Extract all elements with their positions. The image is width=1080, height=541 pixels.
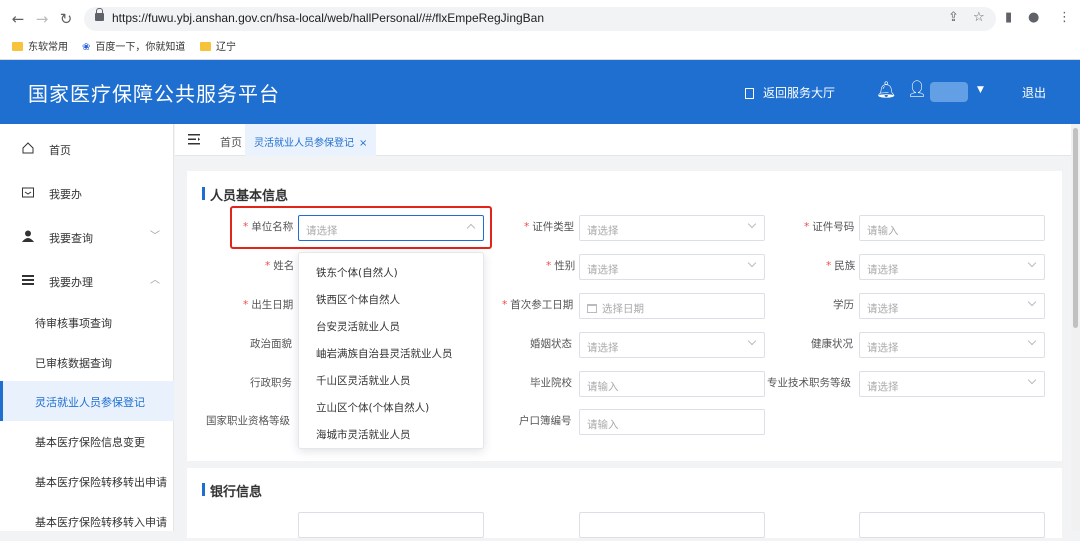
- calendar-icon: [587, 304, 597, 313]
- logout-link[interactable]: 退出: [1022, 84, 1046, 101]
- label-marital: 婚姻状态: [530, 338, 572, 350]
- cert-no-input[interactable]: 请输入: [859, 215, 1045, 241]
- user-name[interactable]: [930, 82, 968, 102]
- reload-icon[interactable]: ↻: [56, 9, 76, 29]
- chevron-down-icon: [747, 258, 757, 268]
- site-title: 国家医疗保障公共服务平台: [28, 82, 280, 106]
- label-hukou-no: 户口簿编号: [519, 415, 572, 427]
- sidebar-item-todo[interactable]: 我要办: [0, 172, 174, 212]
- folder-outline-icon: [22, 187, 34, 198]
- label-nation: * 民族: [826, 260, 856, 272]
- label-birth-date: * 出生日期: [243, 299, 294, 311]
- health-select[interactable]: 请选择: [859, 332, 1045, 358]
- menu-icon[interactable]: ⋮: [1058, 10, 1071, 25]
- back-to-hall-link[interactable]: 返回服务大厅: [745, 84, 835, 101]
- label-first-work-date: * 首次参工日期: [502, 299, 574, 311]
- first-work-date-picker[interactable]: 选择日期: [579, 293, 765, 319]
- collapse-menu-icon[interactable]: [188, 134, 200, 145]
- school-input[interactable]: 请输入: [579, 371, 765, 397]
- chevron-down-icon: ﹀: [150, 231, 160, 242]
- close-icon[interactable]: ×: [359, 138, 367, 149]
- bookmark-item[interactable]: 东软常用: [12, 38, 68, 53]
- sidebar: 首页 我要办 我要查询 ﹀ 我要办理 ︿ 待审核事项查询 已审核数据查询 灵活就…: [0, 124, 174, 531]
- bookmark-item[interactable]: ❀ 百度一下，你就知道: [82, 38, 185, 53]
- sidebar-sub-transfer-in[interactable]: 基本医疗保险转移转入申请: [0, 501, 174, 541]
- sidebar-sub-pending[interactable]: 待审核事项查询: [0, 302, 174, 342]
- exit-icon: [745, 88, 754, 99]
- dropdown-option[interactable]: 台安灵活就业人员: [316, 319, 400, 334]
- marital-select[interactable]: 请选择: [579, 332, 765, 358]
- label-political: 政治面貌: [250, 338, 292, 350]
- caret-down-icon[interactable]: ▼: [977, 85, 984, 95]
- tech-post-select[interactable]: 请选择: [859, 371, 1045, 397]
- label-health: 健康状况: [811, 338, 853, 350]
- lock-icon: [95, 8, 104, 21]
- label-name: * 姓名: [265, 260, 295, 272]
- browser-chrome: ← → ↻ https://fuwu.ybj.anshan.gov.cn/hsa…: [0, 0, 1080, 60]
- label-gender: * 性别: [546, 260, 576, 272]
- paw-icon: ❀: [82, 42, 91, 53]
- url-text[interactable]: https://fuwu.ybj.anshan.gov.cn/hsa-local…: [112, 11, 544, 25]
- chevron-down-icon: [747, 336, 757, 346]
- side-panel-icon[interactable]: ▮: [1005, 10, 1012, 25]
- user-icon[interactable]: 👤︎: [907, 79, 927, 98]
- chevron-down-icon: [1027, 336, 1037, 346]
- label-education: 学历: [833, 299, 854, 311]
- back-arrow-icon[interactable]: ←: [8, 9, 28, 29]
- chevron-up-icon: ︿: [150, 275, 160, 286]
- sidebar-sub-info-change[interactable]: 基本医疗保险信息变更: [0, 421, 174, 461]
- sidebar-item-home[interactable]: 首页: [0, 128, 174, 168]
- label-admin-post: 行政职务: [250, 377, 292, 389]
- sidebar-sub-flexible-registration[interactable]: 灵活就业人员参保登记: [0, 381, 174, 421]
- dropdown-option[interactable]: 立山区个体(个体自然人): [316, 400, 429, 415]
- bell-icon[interactable]: 🔔︎: [876, 80, 896, 99]
- forward-arrow-icon[interactable]: →: [32, 9, 52, 29]
- label-cert-type: * 证件类型: [524, 221, 575, 233]
- unit-name-dropdown: 铁东个体(自然人) 铁西区个体自然人 台安灵活就业人员 岫岩满族自治县灵活就业人…: [298, 252, 484, 449]
- label-cert-no: * 证件号码: [804, 221, 855, 233]
- share-icon[interactable]: ⇪: [948, 10, 959, 25]
- person-icon: [22, 230, 34, 242]
- dropdown-option[interactable]: 铁西区个体自然人: [316, 292, 400, 307]
- chevron-down-icon: [1027, 258, 1037, 268]
- dropdown-option[interactable]: 千山区灵活就业人员: [316, 373, 411, 388]
- list-icon: [22, 275, 34, 285]
- sidebar-item-handle[interactable]: 我要办理 ︿: [0, 260, 174, 300]
- folder-icon: [200, 42, 211, 51]
- label-tech-post: 专业技术职务等级: [767, 377, 851, 389]
- section-title-bank: 银行信息: [201, 481, 262, 500]
- tab-flexible-registration[interactable]: 灵活就业人员参保登记 ×: [245, 124, 377, 156]
- tab-home[interactable]: 首页: [220, 134, 242, 150]
- scrollbar-thumb[interactable]: [1073, 128, 1078, 328]
- hukou-no-input[interactable]: 请输入: [579, 409, 765, 435]
- chevron-down-icon: [747, 219, 757, 229]
- star-icon[interactable]: ☆: [973, 10, 985, 25]
- dropdown-option[interactable]: 岫岩满族自治县灵活就业人员: [316, 346, 453, 361]
- folder-icon: [12, 42, 23, 51]
- tab-bar: 首页 灵活就业人员参保登记 ×: [175, 124, 1080, 156]
- gender-select[interactable]: 请选择: [579, 254, 765, 280]
- annotation-highlight: [230, 206, 492, 249]
- label-school: 毕业院校: [530, 377, 572, 389]
- cert-type-select[interactable]: 请选择: [579, 215, 765, 241]
- nation-select[interactable]: 请选择: [859, 254, 1045, 280]
- chevron-down-icon: [1027, 297, 1037, 307]
- home-icon: [22, 142, 34, 154]
- sidebar-item-query[interactable]: 我要查询 ﹀: [0, 216, 174, 256]
- bank-field[interactable]: [579, 512, 765, 538]
- site-header: 国家医疗保障公共服务平台 返回服务大厅 🔔︎ 👤︎ ▼ 退出: [0, 60, 1080, 124]
- dropdown-option[interactable]: 铁东个体(自然人): [316, 265, 398, 280]
- chevron-down-icon: [1027, 375, 1037, 385]
- label-national-qual: 国家职业资格等级: [206, 415, 290, 427]
- dropdown-option[interactable]: 海城市灵活就业人员: [316, 427, 411, 442]
- bookmark-item[interactable]: 辽宁: [200, 38, 236, 53]
- sidebar-sub-transfer-out[interactable]: 基本医疗保险转移转出申请: [0, 461, 174, 501]
- sidebar-sub-reviewed[interactable]: 已审核数据查询: [0, 342, 174, 382]
- bank-field[interactable]: [298, 512, 484, 538]
- education-select[interactable]: 请选择: [859, 293, 1045, 319]
- profile-icon[interactable]: ●: [1028, 10, 1039, 25]
- section-title-basic: 人员基本信息: [201, 185, 288, 204]
- bank-field[interactable]: [859, 512, 1045, 538]
